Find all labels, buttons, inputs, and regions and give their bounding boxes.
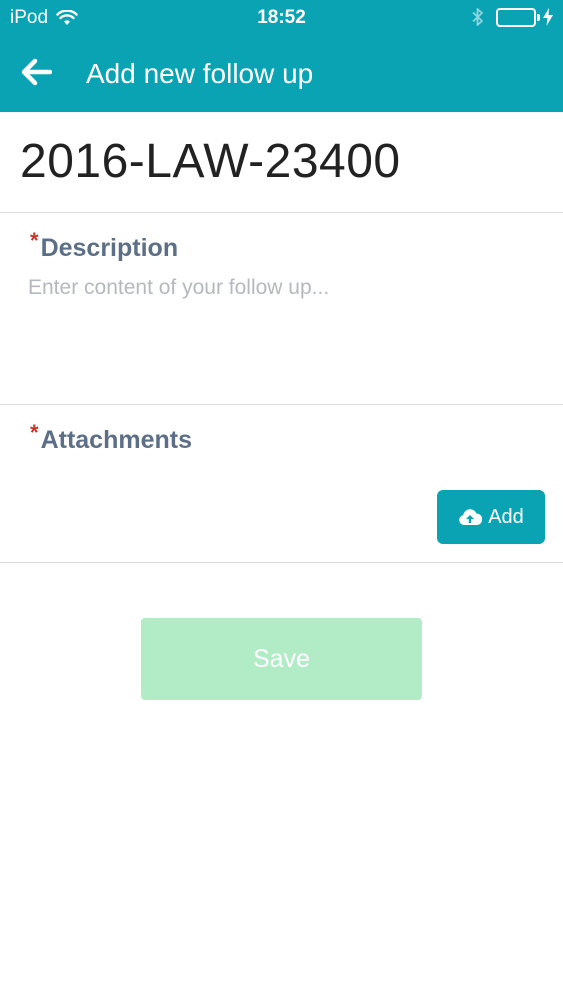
required-marker: *: [30, 420, 39, 445]
attachments-label-text: Attachments: [40, 426, 192, 454]
cloud-upload-icon: [458, 508, 483, 526]
battery-icon: [496, 7, 540, 27]
required-marker: *: [30, 228, 39, 253]
attachments-label: *Attachments: [30, 420, 192, 455]
divider: [0, 212, 563, 213]
arrow-left-icon: [20, 58, 52, 86]
description-input[interactable]: [28, 276, 538, 386]
add-button-label: Add: [488, 505, 524, 528]
back-button[interactable]: [14, 52, 58, 92]
divider: [0, 404, 563, 405]
navigation-bar: Add new follow up: [0, 40, 563, 110]
case-id: 2016-LAW-23400: [20, 135, 401, 188]
description-label-text: Description: [40, 234, 179, 262]
page-title: Add new follow up: [86, 58, 314, 89]
app-header: iPod 18:52 Add new follow up: [0, 0, 563, 112]
status-bar: iPod 18:52: [0, 0, 563, 36]
status-right: [472, 7, 553, 27]
description-label: *Description: [30, 228, 179, 263]
save-button[interactable]: Save: [141, 618, 422, 700]
bluetooth-icon: [472, 7, 484, 27]
charging-bolt-icon: [543, 8, 553, 26]
divider: [0, 562, 563, 563]
add-attachment-button[interactable]: Add: [437, 490, 545, 544]
